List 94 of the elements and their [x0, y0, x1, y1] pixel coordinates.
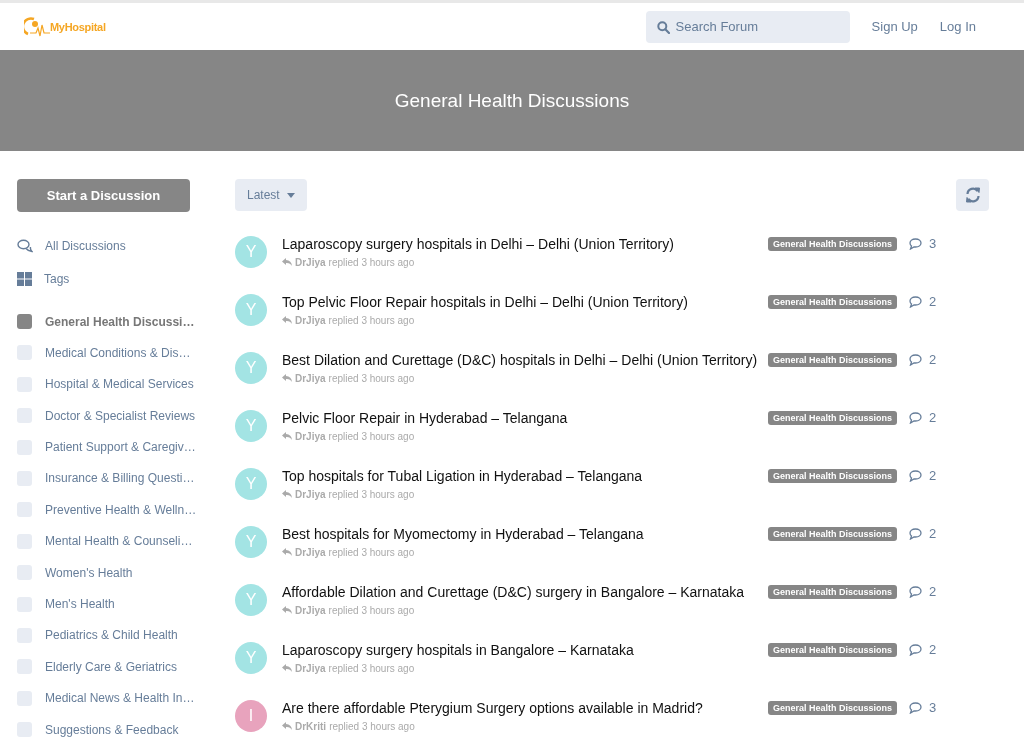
category-link[interactable]: Patient Support & Caregiv… — [17, 437, 196, 457]
comment-icon — [909, 585, 923, 598]
reply-icon — [282, 722, 292, 730]
refresh-button[interactable] — [956, 179, 989, 211]
discussion-title[interactable]: Laparoscopy surgery hospitals in Delhi – Delhi (Union Territory) — [282, 235, 768, 253]
reply-count: 3 — [929, 700, 937, 715]
reply-count: 2 — [929, 642, 937, 657]
discussion-title[interactable]: Laparoscopy surgery hospitals in Bangalore – Karnataka — [282, 641, 768, 659]
reply-count: 2 — [929, 410, 937, 425]
discussion-title[interactable]: Best hospitals for Myomectomy in Hyderabad – Telangana — [282, 525, 768, 543]
reply-icon — [282, 548, 292, 556]
refresh-icon — [964, 187, 981, 203]
comment-icon — [909, 411, 923, 424]
comment-icon — [909, 237, 923, 250]
nav-link[interactable]: Tags — [17, 269, 207, 288]
username-link[interactable]: DrJiya — [295, 256, 326, 268]
comment-icon — [909, 469, 923, 482]
category-link[interactable]: Men's Health — [17, 594, 115, 614]
reply-count: 2 — [929, 294, 937, 309]
reply-icon — [282, 490, 292, 498]
comment-icon — [909, 527, 923, 540]
logo[interactable]: MyHospital — [24, 15, 106, 38]
reply-time: replied 3 hours ago — [328, 662, 415, 674]
discussion-title[interactable]: Pelvic Floor Repair in Hyderabad – Telangana — [282, 409, 768, 427]
reply-icon — [282, 432, 292, 440]
username-link[interactable]: DrJiya — [295, 372, 326, 384]
logo-icon — [24, 15, 50, 38]
category-link[interactable]: Medical Conditions & Dis… — [17, 343, 191, 363]
discussion-title[interactable]: Affordable Dilation and Curettage (D&C) surgery in Bangalore – Karnataka — [282, 583, 768, 601]
chat-icon — [17, 238, 33, 253]
username-link[interactable]: DrJiya — [295, 604, 326, 616]
sort-dropdown[interactable]: Latest — [235, 179, 307, 211]
category-tag[interactable]: General Health Discussions — [768, 469, 898, 483]
comment-icon — [909, 701, 923, 714]
category-tag[interactable]: General Health Discussions — [768, 295, 898, 309]
reply-time: replied 3 hours ago — [328, 604, 415, 616]
comment-icon — [909, 643, 923, 656]
reply-count: 2 — [929, 468, 937, 483]
discussion-title[interactable]: Best Dilation and Curettage (D&C) hospitals in Delhi – Delhi (Union Territory) — [282, 351, 768, 369]
reply-time: replied 3 hours ago — [328, 546, 415, 558]
reply-icon — [282, 258, 292, 266]
username-link[interactable]: DrJiya — [295, 488, 326, 500]
category-link[interactable]: Pediatrics & Child Health — [17, 625, 178, 645]
reply-count: 3 — [929, 236, 937, 251]
header-link[interactable]: Sign Up — [871, 19, 918, 34]
user-avatar[interactable]: I — [235, 700, 267, 732]
category-icon — [17, 314, 32, 329]
category-link[interactable]: Preventive Health & Welln… — [17, 500, 197, 520]
search-field[interactable]: Search Forum — [645, 10, 850, 43]
username-link[interactable]: DrJiya — [295, 314, 326, 326]
reply-time: replied 3 hours ago — [328, 488, 415, 500]
reply-time: replied 3 hours ago — [329, 720, 415, 732]
username-link[interactable]: DrJiya — [295, 430, 326, 442]
reply-icon — [282, 316, 292, 324]
category-tag[interactable]: General Health Discussions — [768, 353, 898, 367]
caret-icon — [286, 192, 295, 198]
category-tag[interactable]: General Health Discussions — [768, 411, 898, 425]
username-link[interactable]: DrJiya — [295, 662, 326, 674]
page-title: General Health Discussions — [394, 89, 630, 112]
start-discussion-button[interactable]: Start a Discussion — [17, 179, 190, 212]
username-link[interactable]: DrJiya — [295, 546, 326, 558]
reply-time: replied 3 hours ago — [328, 314, 415, 326]
reply-time: replied 3 hours ago — [328, 372, 415, 384]
reply-time: replied 3 hours ago — [328, 256, 415, 268]
grid-icon — [17, 271, 32, 286]
discussion-title[interactable]: Top Pelvic Floor Repair hospitals in Delhi – Delhi (Union Territory) — [282, 293, 768, 311]
category-tag[interactable]: General Health Discussions — [768, 585, 898, 599]
username-link[interactable]: DrKriti — [295, 720, 327, 732]
category-link[interactable]: General Health Discussi… — [17, 312, 195, 331]
category-tag[interactable]: General Health Discussions — [768, 527, 898, 541]
category-link[interactable]: Hospital & Medical Services — [17, 374, 194, 394]
reply-count: 2 — [929, 526, 937, 541]
category-tag[interactable]: General Health Discussions — [768, 643, 898, 657]
header-link[interactable]: Log In — [939, 19, 976, 34]
nav-link[interactable]: All Discussions — [17, 236, 207, 255]
category-link[interactable]: Mental Health & Counseli… — [17, 531, 193, 551]
category-link[interactable]: Insurance & Billing Questi… — [17, 468, 195, 488]
reply-icon — [282, 606, 292, 614]
category-link[interactable]: Suggestions & Feedback — [17, 720, 179, 740]
reply-icon — [282, 664, 292, 672]
category-link[interactable]: Doctor & Specialist Reviews — [17, 406, 196, 426]
category-link[interactable]: Medical News & Health In… — [17, 688, 195, 708]
reply-time: replied 3 hours ago — [328, 430, 415, 442]
reply-count: 2 — [929, 584, 937, 599]
comment-icon — [909, 295, 923, 308]
comment-icon — [909, 353, 923, 366]
category-link[interactable]: Elderly Care & Geriatrics — [17, 657, 178, 677]
discussion-title[interactable]: Top hospitals for Tubal Ligation in Hyderabad – Telangana — [282, 467, 768, 485]
category-tag[interactable]: General Health Discussions — [768, 237, 898, 251]
category-link[interactable]: Women's Health — [17, 563, 133, 583]
discussion-title[interactable]: Are there affordable Pterygium Surgery options available in Madrid? — [282, 699, 768, 717]
reply-count: 2 — [929, 352, 937, 367]
reply-icon — [282, 374, 292, 382]
category-tag[interactable]: General Health Discussions — [768, 701, 898, 715]
